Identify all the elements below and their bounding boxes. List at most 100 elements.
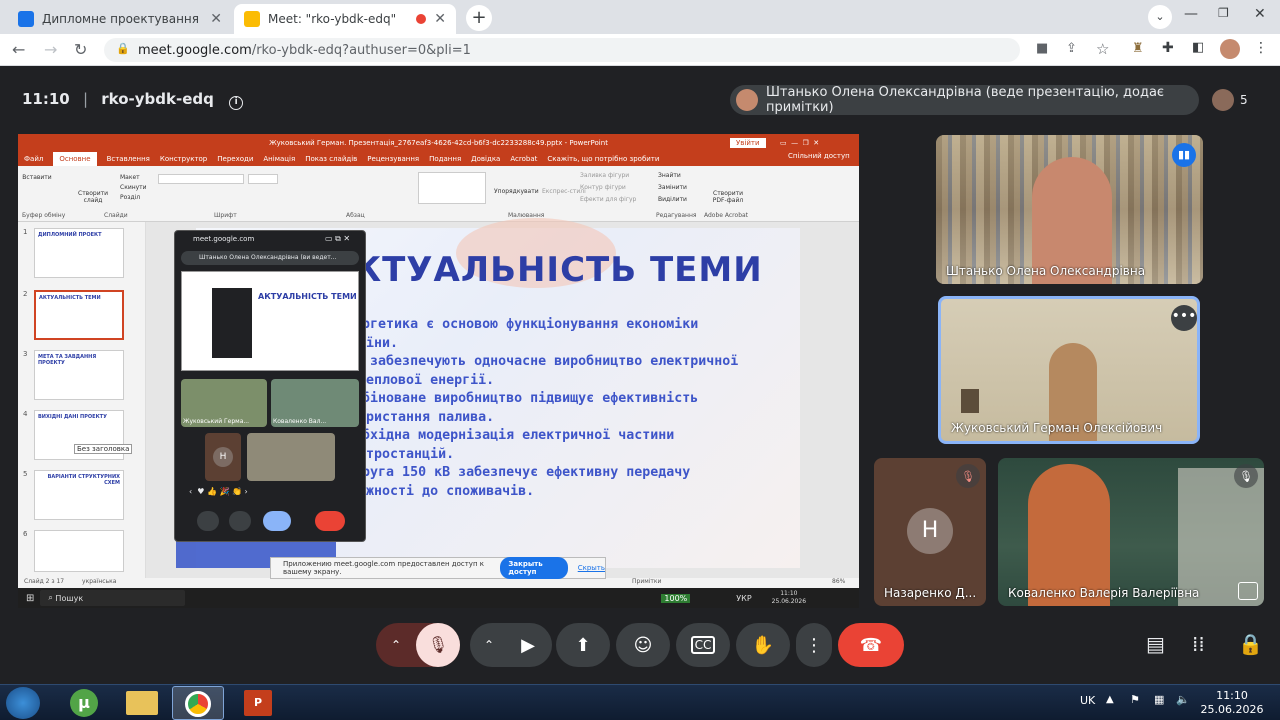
mini-window-controls[interactable]: ▭ ⧉ ✕ (325, 234, 350, 244)
explorer-icon[interactable] (126, 691, 158, 715)
slide-thumb-5[interactable]: ВАРІАНТИ СТРУКТУРНИХ СХЕМ (34, 470, 124, 520)
select-button[interactable]: Виділити (658, 196, 687, 203)
shape-outline-button[interactable]: Контур фігури (580, 184, 626, 191)
font-name-select[interactable] (158, 174, 244, 184)
back-icon[interactable]: ← (12, 40, 25, 59)
present-button[interactable]: ⬆ (556, 623, 610, 667)
ppt-tab-help[interactable]: Довідка (471, 155, 500, 163)
start-button[interactable] (6, 687, 40, 719)
zoom-level[interactable]: 86% (832, 578, 845, 585)
new-tab-button[interactable]: + (466, 5, 492, 31)
restore-icon[interactable]: ❐ (1218, 6, 1229, 20)
mini-meet-window[interactable]: meet.google.com ▭ ⧉ ✕ Штанько Олена Олек… (174, 230, 366, 542)
mini-end-call-button[interactable] (315, 511, 345, 531)
chrome-menu-icon[interactable]: ⋮ (1254, 40, 1268, 56)
pin-tile-icon[interactable] (1238, 582, 1258, 600)
arrange-button[interactable]: Упорядкувати (494, 188, 539, 195)
tab-diploma[interactable]: Дипломне проектування ЕТ-22- ✕ (8, 4, 232, 34)
presenter-chip[interactable]: Штанько Олена Олександрівна (веде презен… (730, 85, 1199, 115)
keyboard-language[interactable]: UK (1080, 694, 1095, 707)
meeting-info-icon[interactable]: i (229, 96, 244, 110)
ppt-tab-home[interactable]: Основне (53, 152, 97, 166)
more-options-button[interactable]: ⋮ (796, 623, 832, 667)
more-options-icon[interactable]: ••• (1171, 305, 1197, 331)
slide-thumb-2[interactable]: АКТУАЛЬНІСТЬ ТЕМИ (34, 290, 124, 340)
replace-button[interactable]: Замінити (658, 184, 687, 191)
mic-off-button[interactable]: 🎙 (416, 623, 460, 667)
url-field[interactable]: 🔒 meet.google.com/rko-ybdk-edq?authuser=… (104, 38, 1020, 62)
ppt-tab-acrobat[interactable]: Acrobat (510, 155, 537, 163)
ppt-signin-button[interactable]: Увійти (730, 138, 766, 148)
chrome-taskbar-button[interactable] (172, 686, 224, 720)
font-size-select[interactable] (248, 174, 278, 184)
share-page-icon[interactable]: ⇪ (1066, 41, 1077, 56)
ppt-tab-view[interactable]: Подання (429, 155, 461, 163)
mini-presenter-chip[interactable]: Штанько Олена Олександрівна (ви ведет... (181, 251, 359, 265)
ppt-tab-animation[interactable]: Анімація (263, 155, 295, 163)
shape-fill-button[interactable]: Заливка фігури (580, 172, 629, 179)
extensions-puzzle-icon[interactable]: ✚ (1162, 40, 1174, 56)
participant-tile-shtanko[interactable]: ▮▮ Штанько Олена Олександрівна (936, 135, 1203, 284)
captions-button[interactable]: CC (676, 623, 730, 667)
volume-icon[interactable]: 🔈 (1176, 693, 1190, 706)
shape-effects-button[interactable]: Ефекти для фігур (580, 196, 636, 203)
ppt-window-controls[interactable]: ▭ — ❐ ✕ (780, 134, 819, 152)
powerpoint-icon[interactable]: P (244, 690, 272, 716)
hide-share-bar-link[interactable]: Скрыть (578, 564, 605, 572)
find-button[interactable]: Знайти (658, 172, 681, 179)
close-tab-icon[interactable]: ✕ (210, 11, 222, 27)
ppt-tab-insert[interactable]: Вставлення (107, 155, 150, 163)
mic-options-chevron-icon[interactable]: ⌃ (376, 638, 416, 652)
tray-arrow-icon[interactable]: ▲ (1106, 694, 1114, 705)
profile-avatar[interactable] (1220, 39, 1240, 59)
ppt-tab-transitions[interactable]: Переходи (217, 155, 253, 163)
utorrent-icon[interactable]: µ (70, 689, 98, 717)
ppt-tab-review[interactable]: Рецензування (367, 155, 419, 163)
stop-sharing-button[interactable]: Закрыть доступ (500, 557, 568, 579)
camera-button[interactable]: ▶ (506, 635, 550, 656)
reload-icon[interactable]: ↻ (74, 40, 87, 59)
participant-tile-kovalenko[interactable]: 🎙 Коваленко Валерія Валеріївна (998, 458, 1264, 606)
end-call-button[interactable]: ☎ (838, 623, 904, 667)
activities-icon[interactable]: ⁞⁞ (1192, 632, 1205, 656)
mini-mic-button[interactable] (197, 511, 219, 531)
participant-tile-nazarenko[interactable]: 🎙 Н Назаренко Д... (874, 458, 986, 606)
slide-thumb-3[interactable]: МЕТА ТА ЗАВДАННЯ ПРОЕКТУ (34, 350, 124, 400)
layout-button[interactable]: Макет (120, 174, 140, 181)
extension-icon[interactable]: ♜ (1132, 41, 1144, 56)
ppt-tab-slideshow[interactable]: Показ слайдів (305, 155, 357, 163)
reset-button[interactable]: Скинути (120, 184, 147, 191)
side-panel-icon[interactable]: ◧ (1192, 40, 1204, 55)
camera-indicator-icon[interactable]: ■ (1036, 41, 1048, 56)
participant-tile-zhukovskyi[interactable]: ••• Жуковський Герман Олексійович (938, 296, 1200, 444)
new-slide-button[interactable]: Створити слайд (76, 190, 110, 204)
mini-present-button[interactable] (263, 511, 291, 531)
slide-thumb-1[interactable]: ДИПЛОМНИЙ ПРОЕКТ (34, 228, 124, 278)
raise-hand-button[interactable]: ✋ (736, 623, 790, 667)
ppt-tab-design[interactable]: Конструктор (160, 155, 207, 163)
tab-meet[interactable]: Meet: "rko-ybdk-edq" ✕ (234, 4, 456, 34)
paste-button[interactable]: Вставити (22, 174, 52, 181)
forward-icon[interactable]: → (44, 40, 57, 59)
host-controls-lock-icon[interactable]: 🔒 (1238, 632, 1263, 656)
create-pdf-button[interactable]: Створити PDF-файл (708, 190, 748, 204)
window-close-icon[interactable]: ✕ (1254, 6, 1266, 22)
windows-start-icon[interactable]: ⊞ (26, 593, 34, 604)
ppt-tell-me[interactable]: Скажіть, що потрібно зробити (547, 155, 659, 163)
section-button[interactable]: Розділ (120, 194, 140, 201)
slide-thumb-6[interactable] (34, 530, 124, 572)
notes-button[interactable]: Примітки (632, 578, 661, 585)
windows-search-box[interactable]: ⌕ Пошук (40, 590, 186, 606)
chat-icon[interactable]: ▤ (1146, 632, 1165, 656)
ppt-tab-file[interactable]: Файл (24, 155, 43, 163)
system-clock[interactable]: 11:10 25.06.2026 (1200, 689, 1264, 717)
tray-flag-icon[interactable]: ⚑ (1130, 693, 1140, 706)
tab-list-chevron-icon[interactable]: ⌄ (1148, 5, 1172, 29)
close-tab-icon[interactable]: ✕ (434, 11, 446, 27)
bookmark-star-icon[interactable]: ☆ (1096, 40, 1109, 58)
emoji-button[interactable]: ☺ (616, 623, 670, 667)
minimize-icon[interactable]: — (1184, 6, 1198, 22)
mini-reactions-bar[interactable]: ‹ ♥ 👍 🎉 👏 › (189, 487, 337, 501)
participants-button[interactable]: 5 (1212, 88, 1260, 112)
shapes-gallery[interactable] (418, 172, 486, 204)
